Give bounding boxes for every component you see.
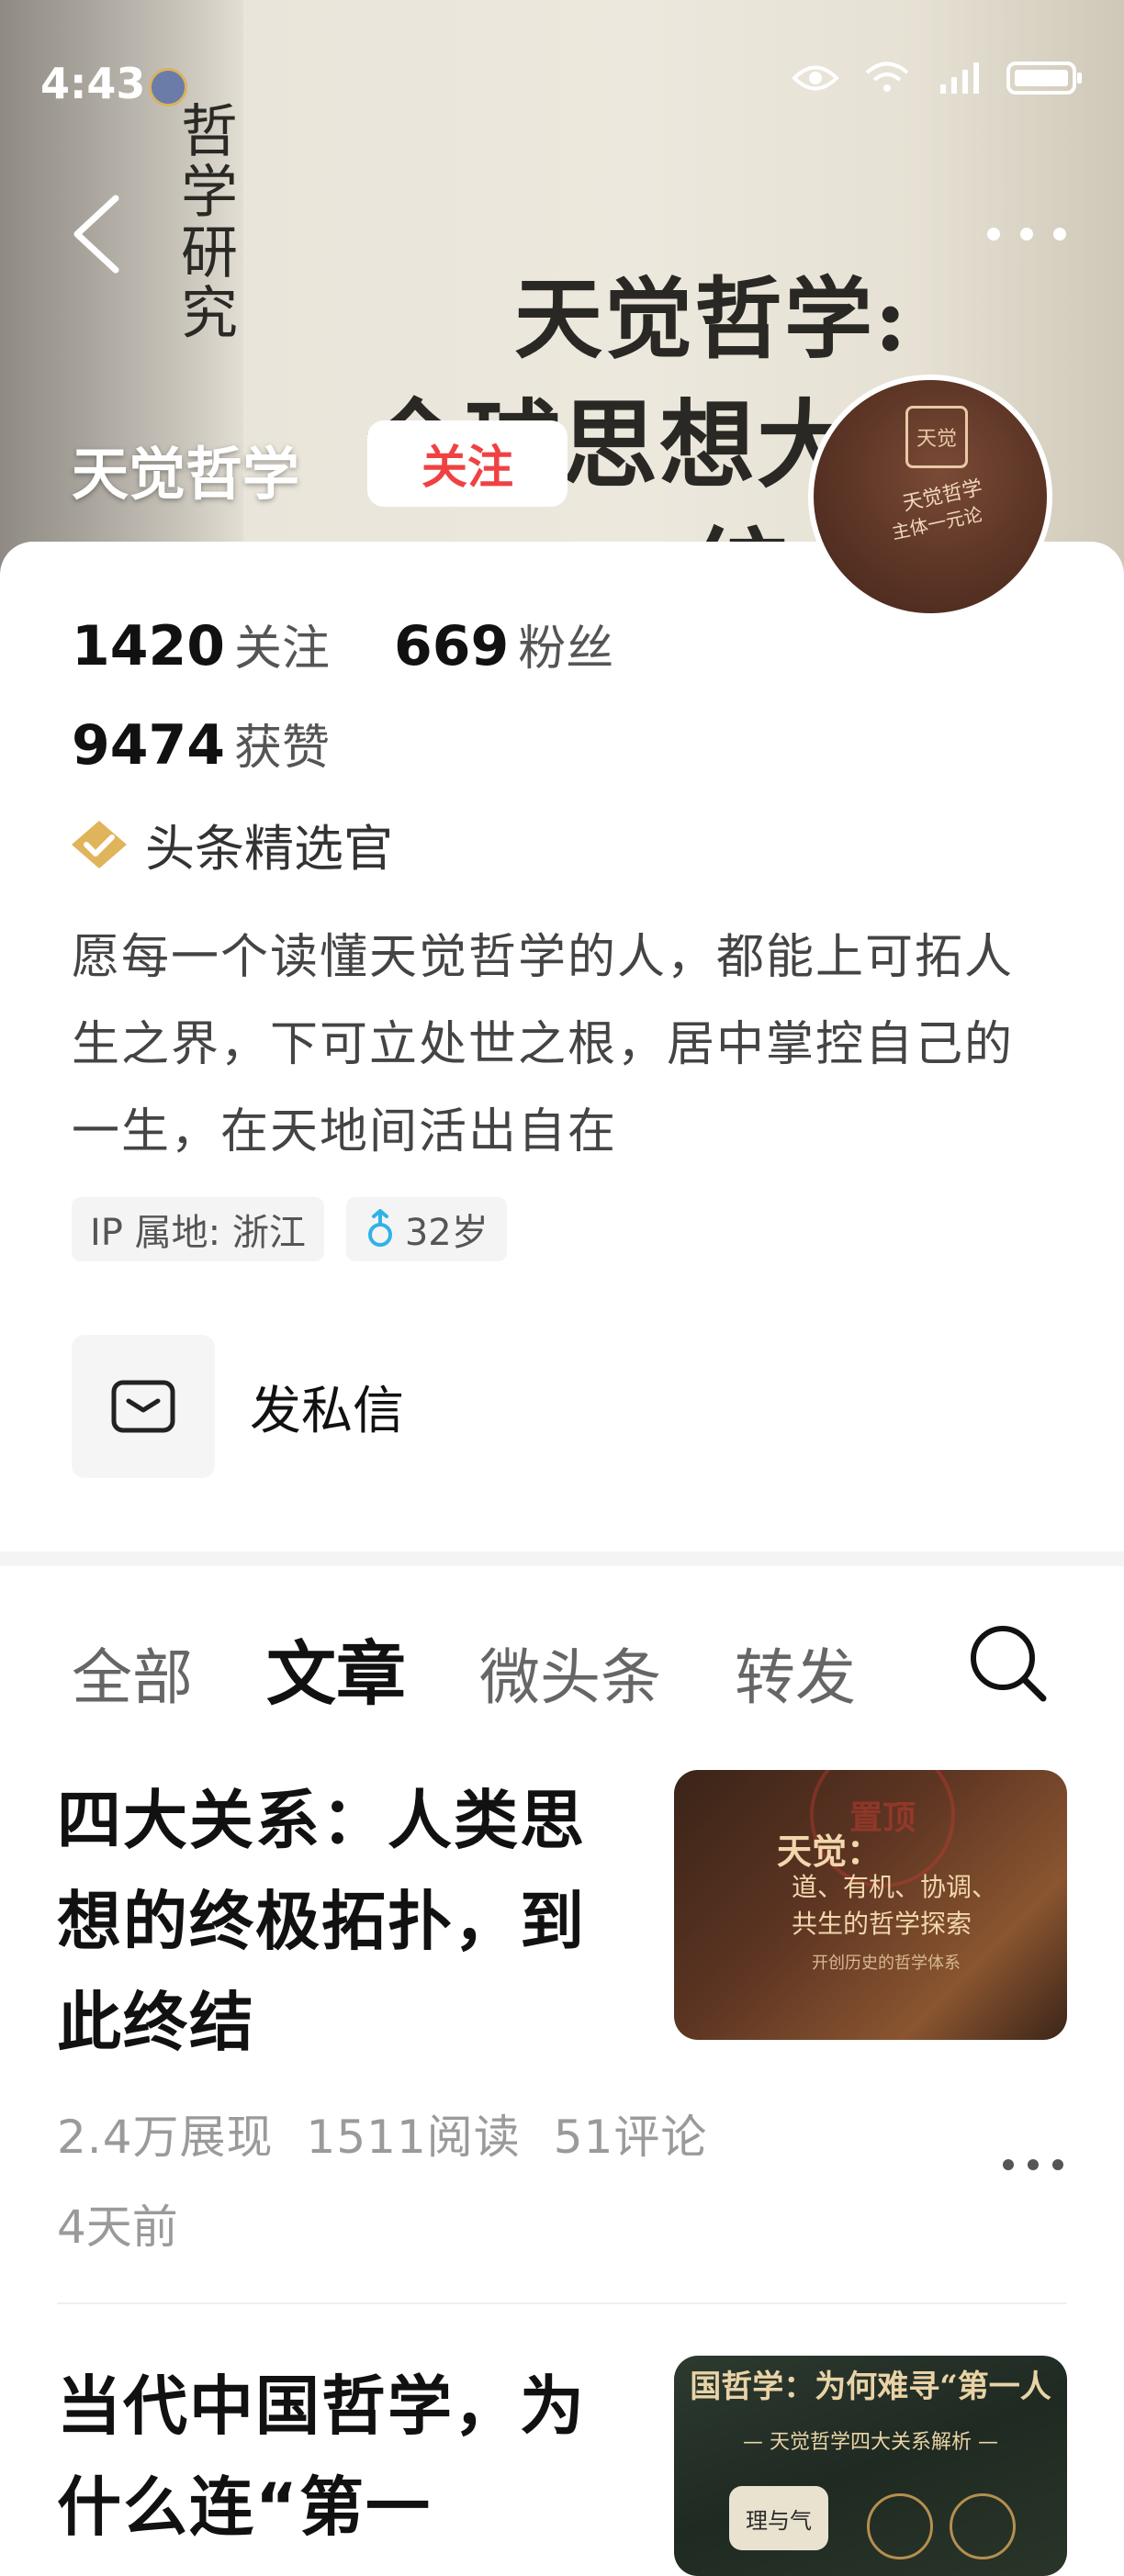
article-more-icon[interactable] [999, 2156, 1067, 2174]
article-separator [57, 2302, 1067, 2304]
content-tabs: 全部 文章 微头条 转发 [72, 1618, 856, 1719]
tab-micro-posts[interactable]: 微头条 [479, 1629, 661, 1717]
profile-tags: IP 属地: 浙江 32岁 [72, 1197, 507, 1261]
tab-all[interactable]: 全部 [72, 1629, 193, 1717]
followers-count: 669 [394, 614, 510, 678]
profile-bio: 愿每一个读懂天觉哲学的人，都能上可拓人生之界，下可立处世之根，居中掌控自己的一生… [72, 930, 1015, 1159]
article-reads: 1511阅读 [306, 2111, 521, 2164]
more-options-button[interactable] [981, 220, 1073, 248]
followers-label: 粉丝 [518, 622, 614, 677]
send-message-label: 发私信 [250, 1381, 404, 1441]
following-stat[interactable]: 1420 关注 [72, 610, 330, 678]
status-time: 4:43 [40, 59, 146, 108]
article-item[interactable]: 四大关系：人类思想的终极拓扑，到此终结 置顶 天觉： 道、有机、协调、共生的哲学… [57, 1770, 1067, 2284]
thumbnail-circle-icon [950, 2493, 1016, 2559]
thumbnail-title: 天觉： [777, 1831, 882, 1872]
article-time: 4天前 [57, 2201, 178, 2254]
status-icons [792, 61, 1084, 95]
tab-reposts[interactable]: 转发 [735, 1629, 856, 1717]
likes-stat: 9474 获赞 [72, 709, 330, 778]
avatar-seal: 天觉 [905, 406, 968, 468]
article-thumbnail[interactable]: 置顶 天觉： 道、有机、协调、共生的哲学探索 开创历史的哲学体系 [674, 1770, 1067, 2040]
age-label: 32岁 [404, 1212, 489, 1254]
article-impressions: 2.4万展现 [57, 2111, 274, 2164]
likes-count: 9474 [72, 713, 225, 778]
following-count: 1420 [72, 614, 225, 678]
ip-location-tag: IP 属地: 浙江 [72, 1197, 324, 1261]
banner-spine-text: 哲学研究 [171, 101, 238, 343]
article-stats: 2.4万展现 1511阅读 51评论 [57, 2100, 740, 2167]
wifi-icon [865, 62, 909, 92]
envelope-icon [111, 1380, 175, 1433]
thumbnail-subtitle: — 天觉哲学四大关系解析 — [743, 2431, 998, 2454]
message-icon-box [72, 1335, 215, 1478]
certification-badge[interactable]: 头条精选官 [70, 808, 393, 880]
send-message-button[interactable]: 发私信 [72, 1335, 404, 1478]
stats-row: 1420 关注 669 粉丝 [72, 610, 613, 678]
age-tag: 32岁 [345, 1197, 507, 1261]
badge-label: 头条精选官 [145, 820, 393, 878]
search-icon[interactable] [966, 1621, 1049, 1704]
signal-icon [940, 62, 979, 94]
thumbnail-caption: 开创历史的哲学体系 [812, 1954, 961, 1973]
eye-icon [792, 65, 839, 91]
article-title[interactable]: 当代中国哲学，为什么连“第一 [57, 2356, 608, 2558]
likes-label: 获赞 [234, 721, 331, 776]
battery-icon [1006, 62, 1082, 95]
article-title[interactable]: 四大关系：人类思想的终极拓扑，到此终结 [57, 1770, 608, 2073]
followers-stat[interactable]: 669 粉丝 [394, 610, 613, 678]
article-item[interactable]: 当代中国哲学，为什么连“第一 国哲学：为何难寻“第一人 — 天觉哲学四大关系解析… [57, 2356, 1067, 2576]
article-thumbnail[interactable]: 国哲学：为何难寻“第一人 — 天觉哲学四大关系解析 — 理与气 [674, 2356, 1067, 2576]
status-notification-icon [149, 68, 187, 106]
follow-button[interactable]: 关注 [367, 420, 568, 507]
avatar[interactable]: 天觉 天觉哲学 主体一元论 [808, 375, 1052, 619]
tab-articles[interactable]: 文章 [266, 1618, 406, 1719]
thumbnail-title: 国哲学：为何难寻“第一人 [690, 2369, 1051, 2405]
article-comments: 51评论 [553, 2111, 708, 2164]
back-button[interactable] [64, 193, 129, 275]
profile-name: 天觉哲学 [72, 441, 300, 508]
thumbnail-circle-icon [867, 2493, 933, 2559]
banner-cover-title: 天觉哲学: [514, 267, 909, 371]
male-icon [367, 1209, 392, 1247]
thumbnail-chip: 理与气 [729, 2486, 828, 2550]
following-label: 关注 [234, 622, 331, 677]
badge-check-icon [72, 820, 127, 868]
thumbnail-subtitle: 道、有机、协调、共生的哲学探索 [792, 1872, 998, 1939]
section-divider [0, 1551, 1124, 1566]
